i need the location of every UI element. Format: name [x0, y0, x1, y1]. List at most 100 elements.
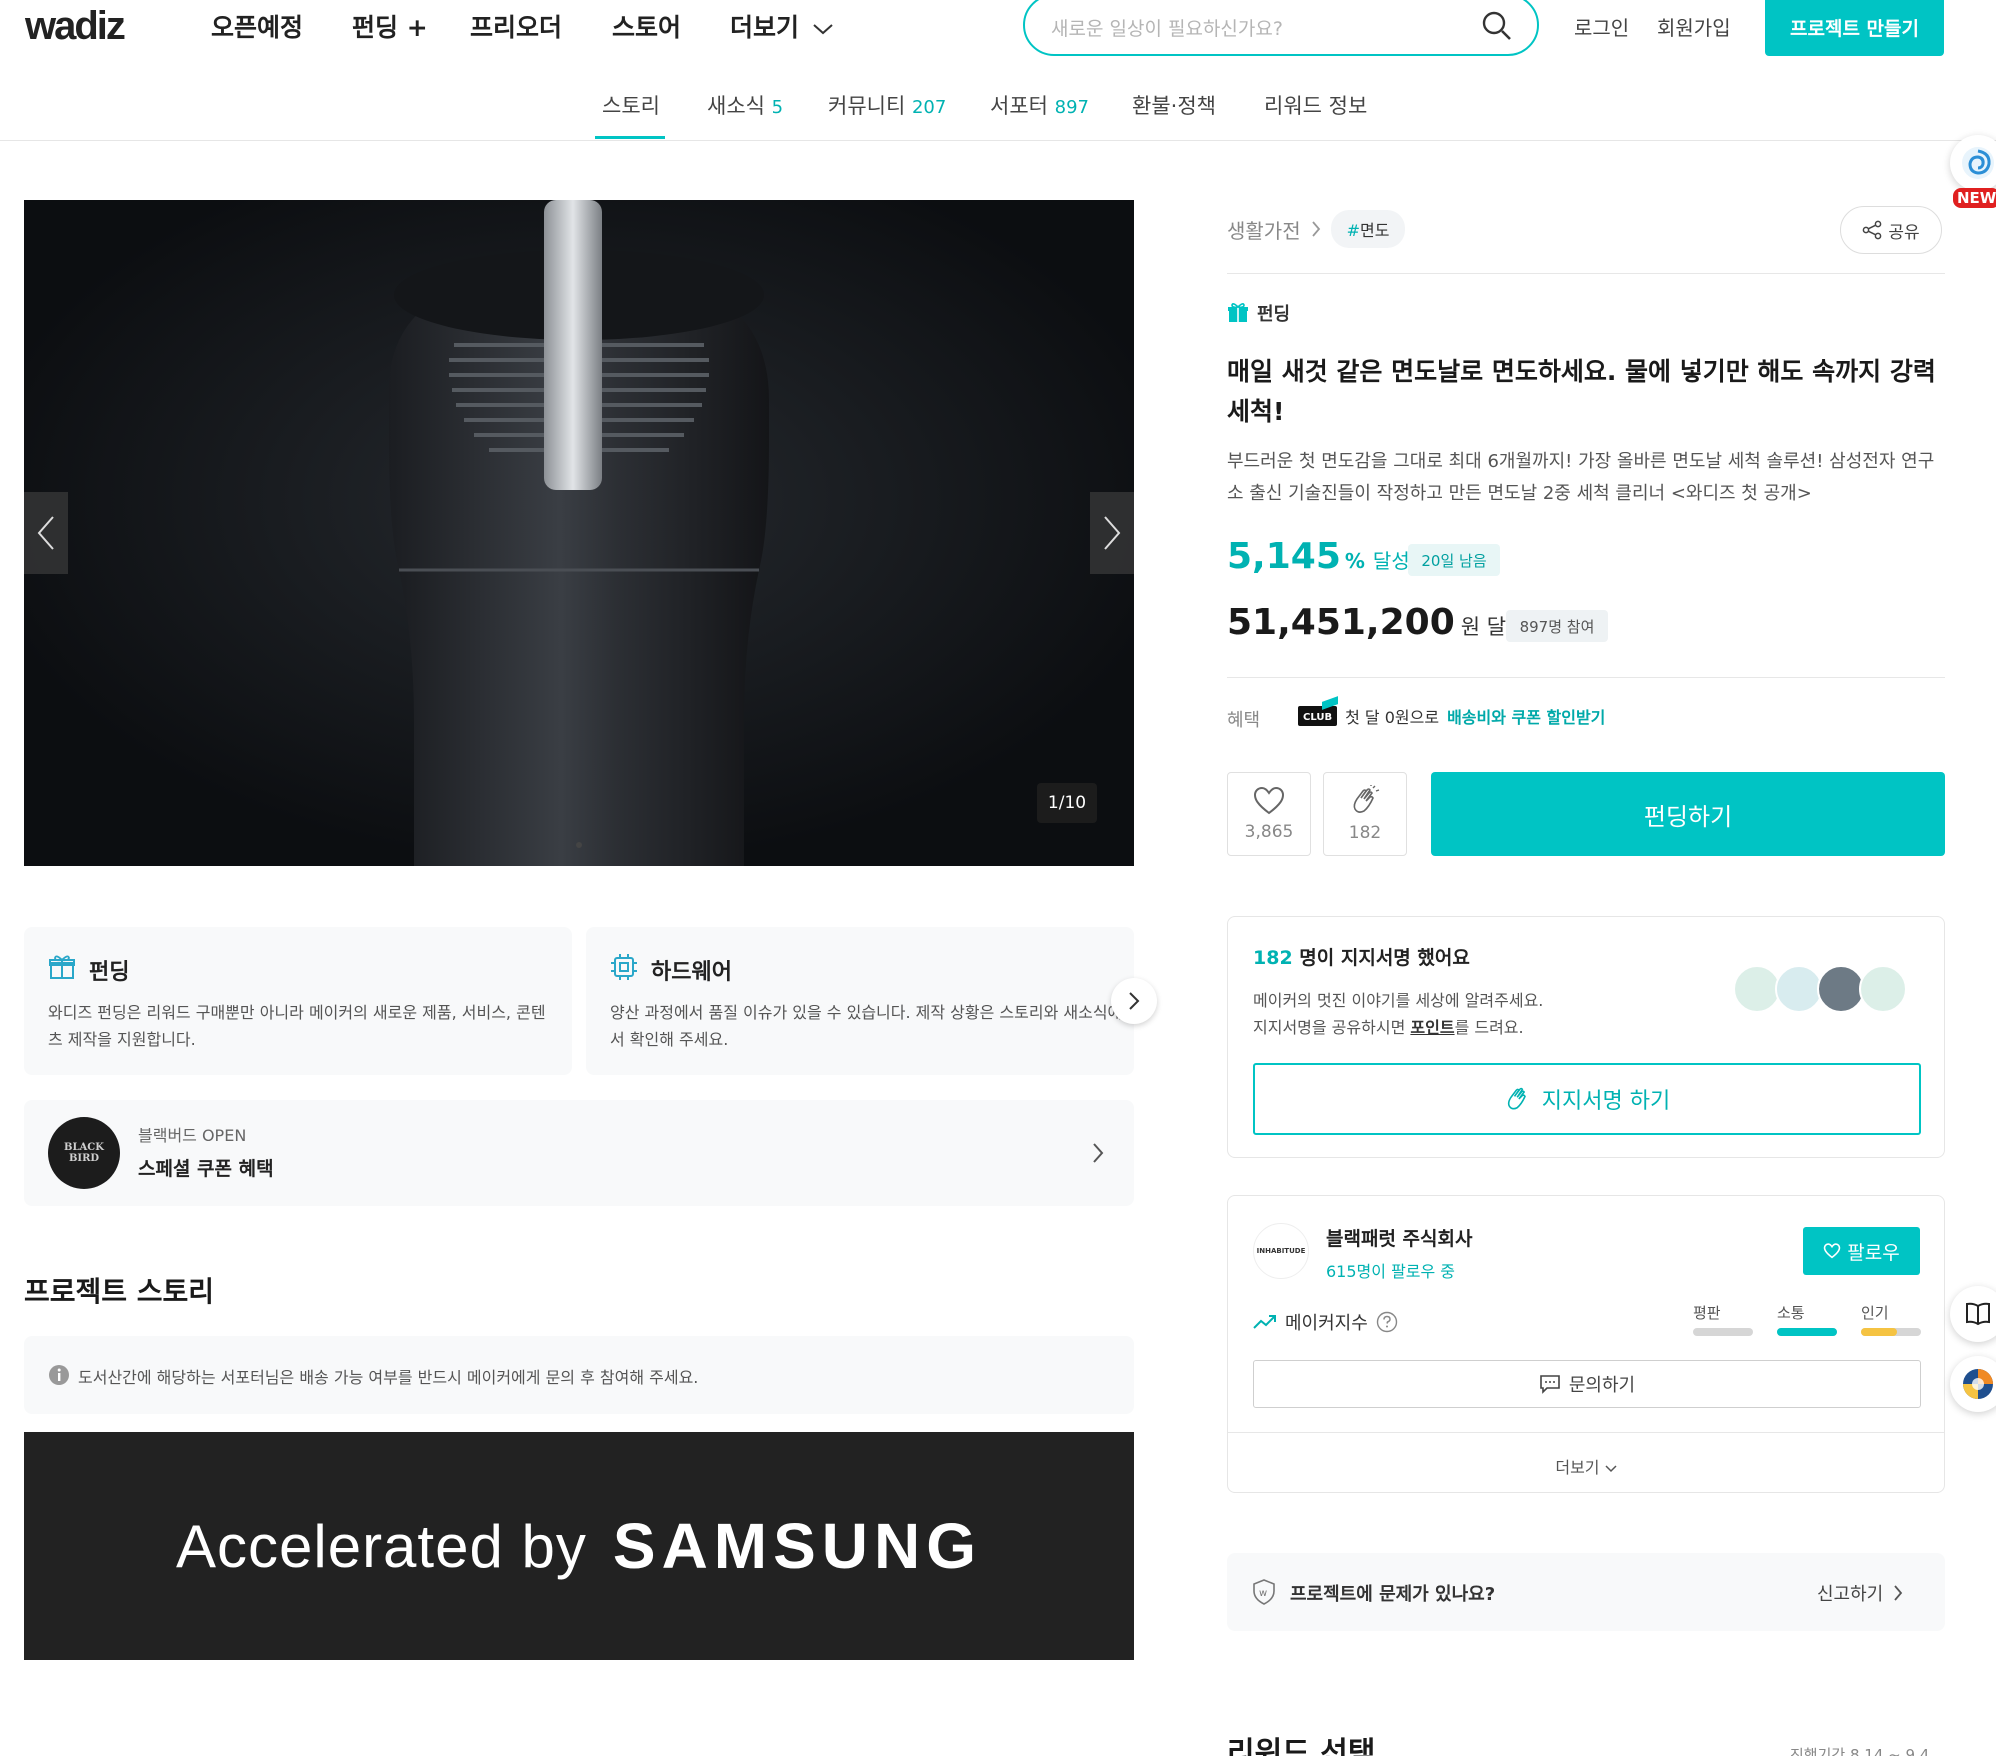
swirl-icon: [1962, 147, 1994, 179]
nav-store[interactable]: 스토어: [612, 8, 681, 44]
floating-book-button[interactable]: [1950, 1286, 1996, 1342]
product-image: [24, 200, 1134, 866]
clap-icon: [1353, 785, 1380, 813]
inquiry-button[interactable]: 문의하기: [1253, 1360, 1921, 1408]
achievement-percent: 5,145: [1227, 536, 1341, 577]
achievement-rate: 5,145 % 달성: [1227, 536, 1410, 577]
search-input[interactable]: 새로운 일상이 필요하신가요?: [1051, 14, 1283, 41]
coupon-title: 스페셜 쿠폰 혜택: [138, 1158, 274, 1180]
share-icon: [1863, 220, 1882, 240]
tab-story[interactable]: 스토리: [602, 90, 660, 120]
floating-promo-button[interactable]: [1950, 135, 1996, 191]
club-badge: CLUB: [1298, 696, 1339, 726]
maker-more-button[interactable]: 더보기: [1228, 1454, 1944, 1478]
share-label: 공유: [1888, 222, 1920, 243]
maker-name[interactable]: 블랙패럿 주식회사: [1326, 1224, 1472, 1251]
divider: [1227, 273, 1945, 274]
signature-button[interactable]: 지지서명 하기: [1253, 1063, 1921, 1135]
signature-title: 182 명이 지지서명 했어요: [1253, 943, 1470, 970]
nav-preorder[interactable]: 프리오더: [470, 8, 562, 44]
metric-bar-reputation: [1693, 1328, 1753, 1336]
tab-refund-policy[interactable]: 환불·정책: [1132, 90, 1216, 120]
metric-label: 소통: [1777, 1304, 1805, 1322]
club-benefit[interactable]: CLUB 첫 달 0원으로 배송비와 쿠폰 할인받기: [1298, 696, 1605, 728]
inquiry-label: 문의하기: [1568, 1375, 1636, 1396]
tag-chip[interactable]: #면도: [1330, 210, 1406, 248]
maker-index: 메이커지수: [1253, 1309, 1398, 1335]
ai-orb-icon: [1963, 1369, 1993, 1399]
tab-count: 897: [1054, 97, 1090, 118]
project-type: 펀딩: [1227, 300, 1290, 326]
help-icon[interactable]: [1376, 1311, 1398, 1333]
tab-reward-info[interactable]: 리워드 정보: [1264, 90, 1367, 120]
tag-label: 면도: [1360, 221, 1390, 240]
signature-line2-suffix: 를 드려요.: [1454, 1018, 1524, 1037]
points-link[interactable]: 포인트: [1410, 1018, 1454, 1037]
maker-metrics: 평판 소통 인기: [1693, 1302, 1921, 1346]
search-icon[interactable]: [1481, 10, 1513, 42]
nav-more[interactable]: 더보기: [730, 8, 834, 44]
report-link[interactable]: 신고하기: [1817, 1580, 1903, 1606]
signup-link[interactable]: 회원가입: [1657, 12, 1731, 41]
project-title: 매일 새것 같은 면도날로 면도하세요. 물에 넣기만 해도 속까지 강력세척!: [1227, 357, 1936, 426]
metric-label: 인기: [1861, 1304, 1889, 1322]
make-project-button[interactable]: 프로젝트 만들기: [1765, 0, 1944, 56]
prev-slide-button[interactable]: [24, 492, 68, 574]
header-divider: [0, 140, 1996, 141]
floating-ai-button[interactable]: [1950, 1356, 1996, 1412]
project-type-label: 펀딩: [1257, 304, 1291, 325]
shield-icon: w: [1253, 1579, 1275, 1605]
maker-box: INHABITUDE 블랙패럿 주식회사 615명이 팔로우 중 팔로우 메이커…: [1227, 1195, 1945, 1493]
tab-community[interactable]: 커뮤니티 207: [828, 90, 946, 120]
share-button[interactable]: 공유: [1840, 206, 1942, 254]
cheer-button[interactable]: 182: [1323, 772, 1407, 856]
info-icon: [49, 1365, 69, 1385]
chat-icon: [1540, 1375, 1560, 1394]
card-title: 하드웨어: [651, 960, 732, 985]
story-heading: 프로젝트 스토리: [24, 1275, 215, 1308]
like-button[interactable]: 3,865: [1227, 772, 1311, 856]
nav-open-soon[interactable]: 오픈예정: [211, 8, 303, 44]
chevron-right-icon: [1104, 516, 1121, 550]
chevron-left-icon: [37, 516, 54, 550]
percent-unit: %: [1344, 549, 1365, 573]
maker-index-label: 메이커지수: [1285, 1313, 1368, 1334]
project-desc: 부드러운 첫 면도감을 그대로 최대 6개월까지! 가장 올바른 면도날 세척 …: [1227, 451, 1935, 504]
fund-button[interactable]: 펀딩하기: [1431, 772, 1945, 856]
heart-icon: [1253, 786, 1285, 815]
coupon-banner[interactable]: BLACK BIRD 블랙버드 OPEN 스페셜 쿠폰 혜택: [24, 1100, 1134, 1206]
search-box[interactable]: 새로운 일상이 필요하신가요?: [1023, 0, 1539, 56]
maker-followers: 615명이 팔로우 중: [1326, 1262, 1456, 1281]
benefit-prefix: 첫 달 0원으로: [1345, 708, 1440, 727]
supporter-avatars: [1733, 961, 1933, 1017]
hardware-info-card: 하드웨어 양산 과정에서 품질 이슈가 있을 수 있습니다. 제작 상황은 스토…: [586, 927, 1134, 1075]
wadiz-logo[interactable]: wadiz: [25, 4, 126, 49]
card-desc: 와디즈 펀딩은 리워드 구매뿐만 아니라 메이커의 새로운 제품, 서비스, 콘…: [48, 1003, 546, 1049]
metric-bar-popularity: [1861, 1328, 1921, 1336]
tab-news[interactable]: 새소식 5: [707, 90, 783, 120]
category-link[interactable]: 생활가전: [1227, 215, 1301, 244]
chevron-right-icon: [1894, 1585, 1903, 1601]
notice-text: 도서산간에 해당하는 서포터님은 배송 가능 여부를 반드시 메이커에게 문의 …: [78, 1368, 699, 1387]
days-left-badge: 20일 남음: [1408, 544, 1500, 576]
report-box[interactable]: w 프로젝트에 문제가 있나요? 신고하기: [1227, 1553, 1945, 1631]
next-slide-button[interactable]: [1090, 492, 1134, 574]
tab-supporters[interactable]: 서포터 897: [990, 90, 1089, 120]
nav-funding[interactable]: 펀딩 +: [352, 8, 428, 44]
signature-line2: 지지서명을 공유하시면 포인트를 드려요.: [1253, 1014, 1524, 1038]
like-count: 3,865: [1244, 822, 1294, 842]
cards-next-button[interactable]: [1111, 978, 1157, 1024]
clap-icon: [1507, 1087, 1526, 1110]
product-image-carousel[interactable]: 1/10: [24, 200, 1134, 866]
coupon-label: 블랙버드 OPEN: [138, 1126, 247, 1145]
maker-logo[interactable]: INHABITUDE: [1253, 1223, 1309, 1279]
benefit-link[interactable]: 배송비와 쿠폰 할인받기: [1447, 704, 1605, 728]
tab-count: 207: [911, 97, 947, 118]
tab-label: 스토리: [602, 94, 660, 118]
login-link[interactable]: 로그인: [1574, 12, 1629, 41]
signature-box: 182 명이 지지서명 했어요 메이커의 멋진 이야기를 세상에 알려주세요. …: [1227, 916, 1945, 1158]
gift-icon: [49, 955, 75, 979]
brand-avatar: BLACK BIRD: [48, 1117, 120, 1189]
amount-value: 51,451,200: [1227, 602, 1455, 643]
follow-button[interactable]: 팔로우: [1803, 1227, 1920, 1275]
